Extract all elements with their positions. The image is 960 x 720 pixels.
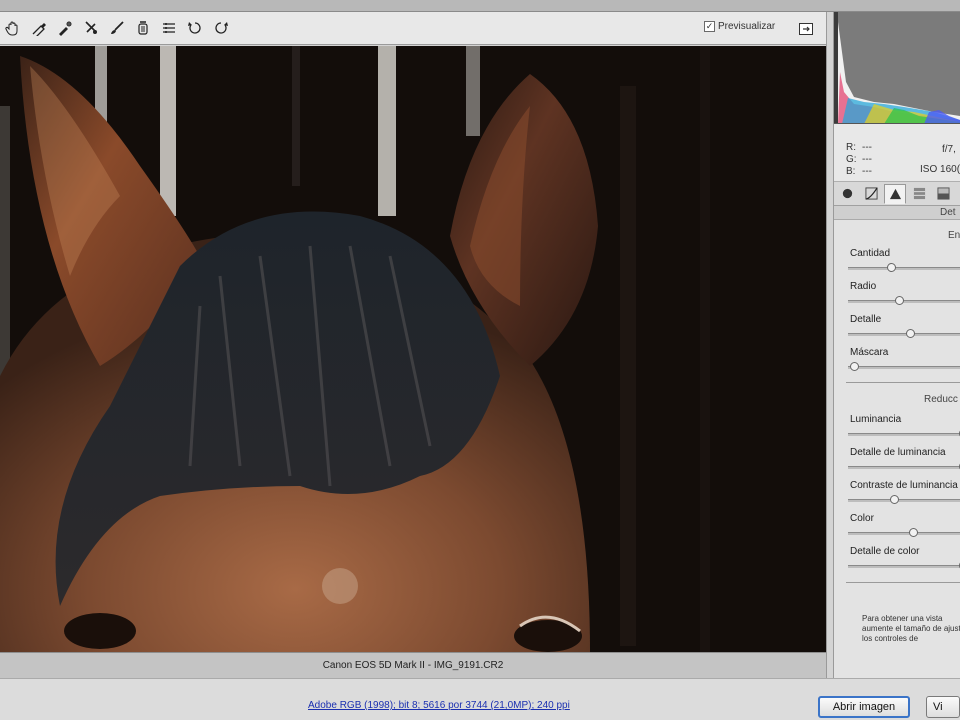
- hand-icon[interactable]: [2, 17, 24, 39]
- slider-label-luminance: Luminancia: [850, 414, 902, 425]
- amount-slider-thumb[interactable]: [886, 263, 896, 272]
- color-detail-slider[interactable]: [848, 561, 960, 570]
- preview-label: Previsualizar: [718, 21, 776, 32]
- luminance-detail-slider[interactable]: [848, 462, 960, 471]
- color-sampler-icon[interactable]: [54, 17, 76, 39]
- rotate-right-icon[interactable]: [210, 17, 232, 39]
- basic-tab-icon[interactable]: [836, 184, 858, 204]
- fullscreen-icon[interactable]: [795, 18, 817, 40]
- slider-label-amount: Cantidad: [850, 248, 891, 259]
- brush-icon[interactable]: [106, 17, 128, 39]
- workflow-options-link[interactable]: Adobe RGB (1998); bit 8; 5616 por 3744 (…: [308, 700, 570, 711]
- rgb-readout: R: --- G: --- B: --- f/7, ISO 160(: [834, 124, 960, 182]
- panel-title: Det: [834, 206, 960, 220]
- b-row: B: ---: [846, 166, 872, 177]
- trash-icon[interactable]: [132, 17, 154, 39]
- footer-bar: Adobe RGB (1998); bit 8; 5616 por 3744 (…: [0, 678, 960, 720]
- slider-label-radius: Radio: [850, 281, 877, 292]
- horse-photo: [0, 46, 826, 652]
- open-image-button[interactable]: Abrir imagen: [818, 696, 910, 718]
- slider-label-detail: Detalle: [850, 314, 882, 325]
- image-preview[interactable]: [0, 46, 826, 652]
- aperture-value: f/7,: [942, 144, 956, 155]
- color-slider[interactable]: [848, 528, 960, 537]
- detail-slider[interactable]: [848, 329, 960, 338]
- sharpen-header: En: [948, 230, 960, 241]
- camera-filename: Canon EOS 5D Mark II - IMG_9191.CR2: [322, 660, 504, 671]
- slider-label-luminance-detail: Detalle de luminancia: [850, 447, 946, 458]
- amount-slider[interactable]: [848, 263, 960, 272]
- white-balance-icon[interactable]: [28, 17, 50, 39]
- masking-slider[interactable]: [848, 362, 960, 371]
- histogram: [834, 12, 960, 124]
- luminance-contrast-slider[interactable]: [848, 495, 960, 504]
- section-divider: [846, 382, 960, 383]
- color-slider-thumb[interactable]: [909, 528, 919, 537]
- preview-checkbox[interactable]: ✓: [704, 21, 715, 32]
- done-button[interactable]: Vi: [926, 696, 960, 718]
- g-row: G: ---: [846, 154, 872, 165]
- split-tone-tab-icon[interactable]: [932, 184, 954, 204]
- iso-value: ISO 160(: [920, 164, 960, 175]
- noise-reduction-header: Reducc: [924, 394, 958, 405]
- list-icon[interactable]: [158, 17, 180, 39]
- rotate-left-icon[interactable]: [184, 17, 206, 39]
- radius-slider-thumb[interactable]: [894, 296, 904, 305]
- toolbar: ✓ Previsualizar: [0, 12, 826, 45]
- r-row: R: ---: [846, 142, 872, 153]
- preview-toggle[interactable]: ✓ Previsualizar: [704, 21, 775, 32]
- slider-label-color-detail: Detalle de color: [850, 546, 920, 557]
- crop-icon[interactable]: [80, 17, 102, 39]
- adjustments-panel: R: --- G: --- B: --- f/7, ISO 160( Det En C…: [834, 12, 960, 678]
- slider-label-color: Color: [850, 513, 874, 524]
- section-divider: [846, 582, 960, 583]
- title-strip: [0, 0, 960, 12]
- detail-slider-thumb[interactable]: [905, 329, 915, 338]
- luminance-slider[interactable]: [848, 429, 960, 438]
- zoom-hint: Para obtener una vista aumente el tamaño…: [862, 614, 960, 643]
- slider-label-luminance-contrast: Contraste de luminancia: [850, 480, 958, 491]
- image-caption: Canon EOS 5D Mark II - IMG_9191.CR2: [0, 652, 826, 678]
- panel-divider: [826, 12, 834, 678]
- slider-label-masking: Máscara: [850, 347, 889, 358]
- detail-tab-icon[interactable]: [884, 183, 906, 204]
- tone-curve-tab-icon[interactable]: [860, 184, 882, 204]
- panel-tabs: [834, 182, 960, 206]
- radius-slider[interactable]: [848, 296, 960, 305]
- hsl-tab-icon[interactable]: [908, 184, 930, 204]
- masking-slider-thumb[interactable]: [850, 362, 860, 371]
- luminance-contrast-slider-thumb[interactable]: [890, 495, 900, 504]
